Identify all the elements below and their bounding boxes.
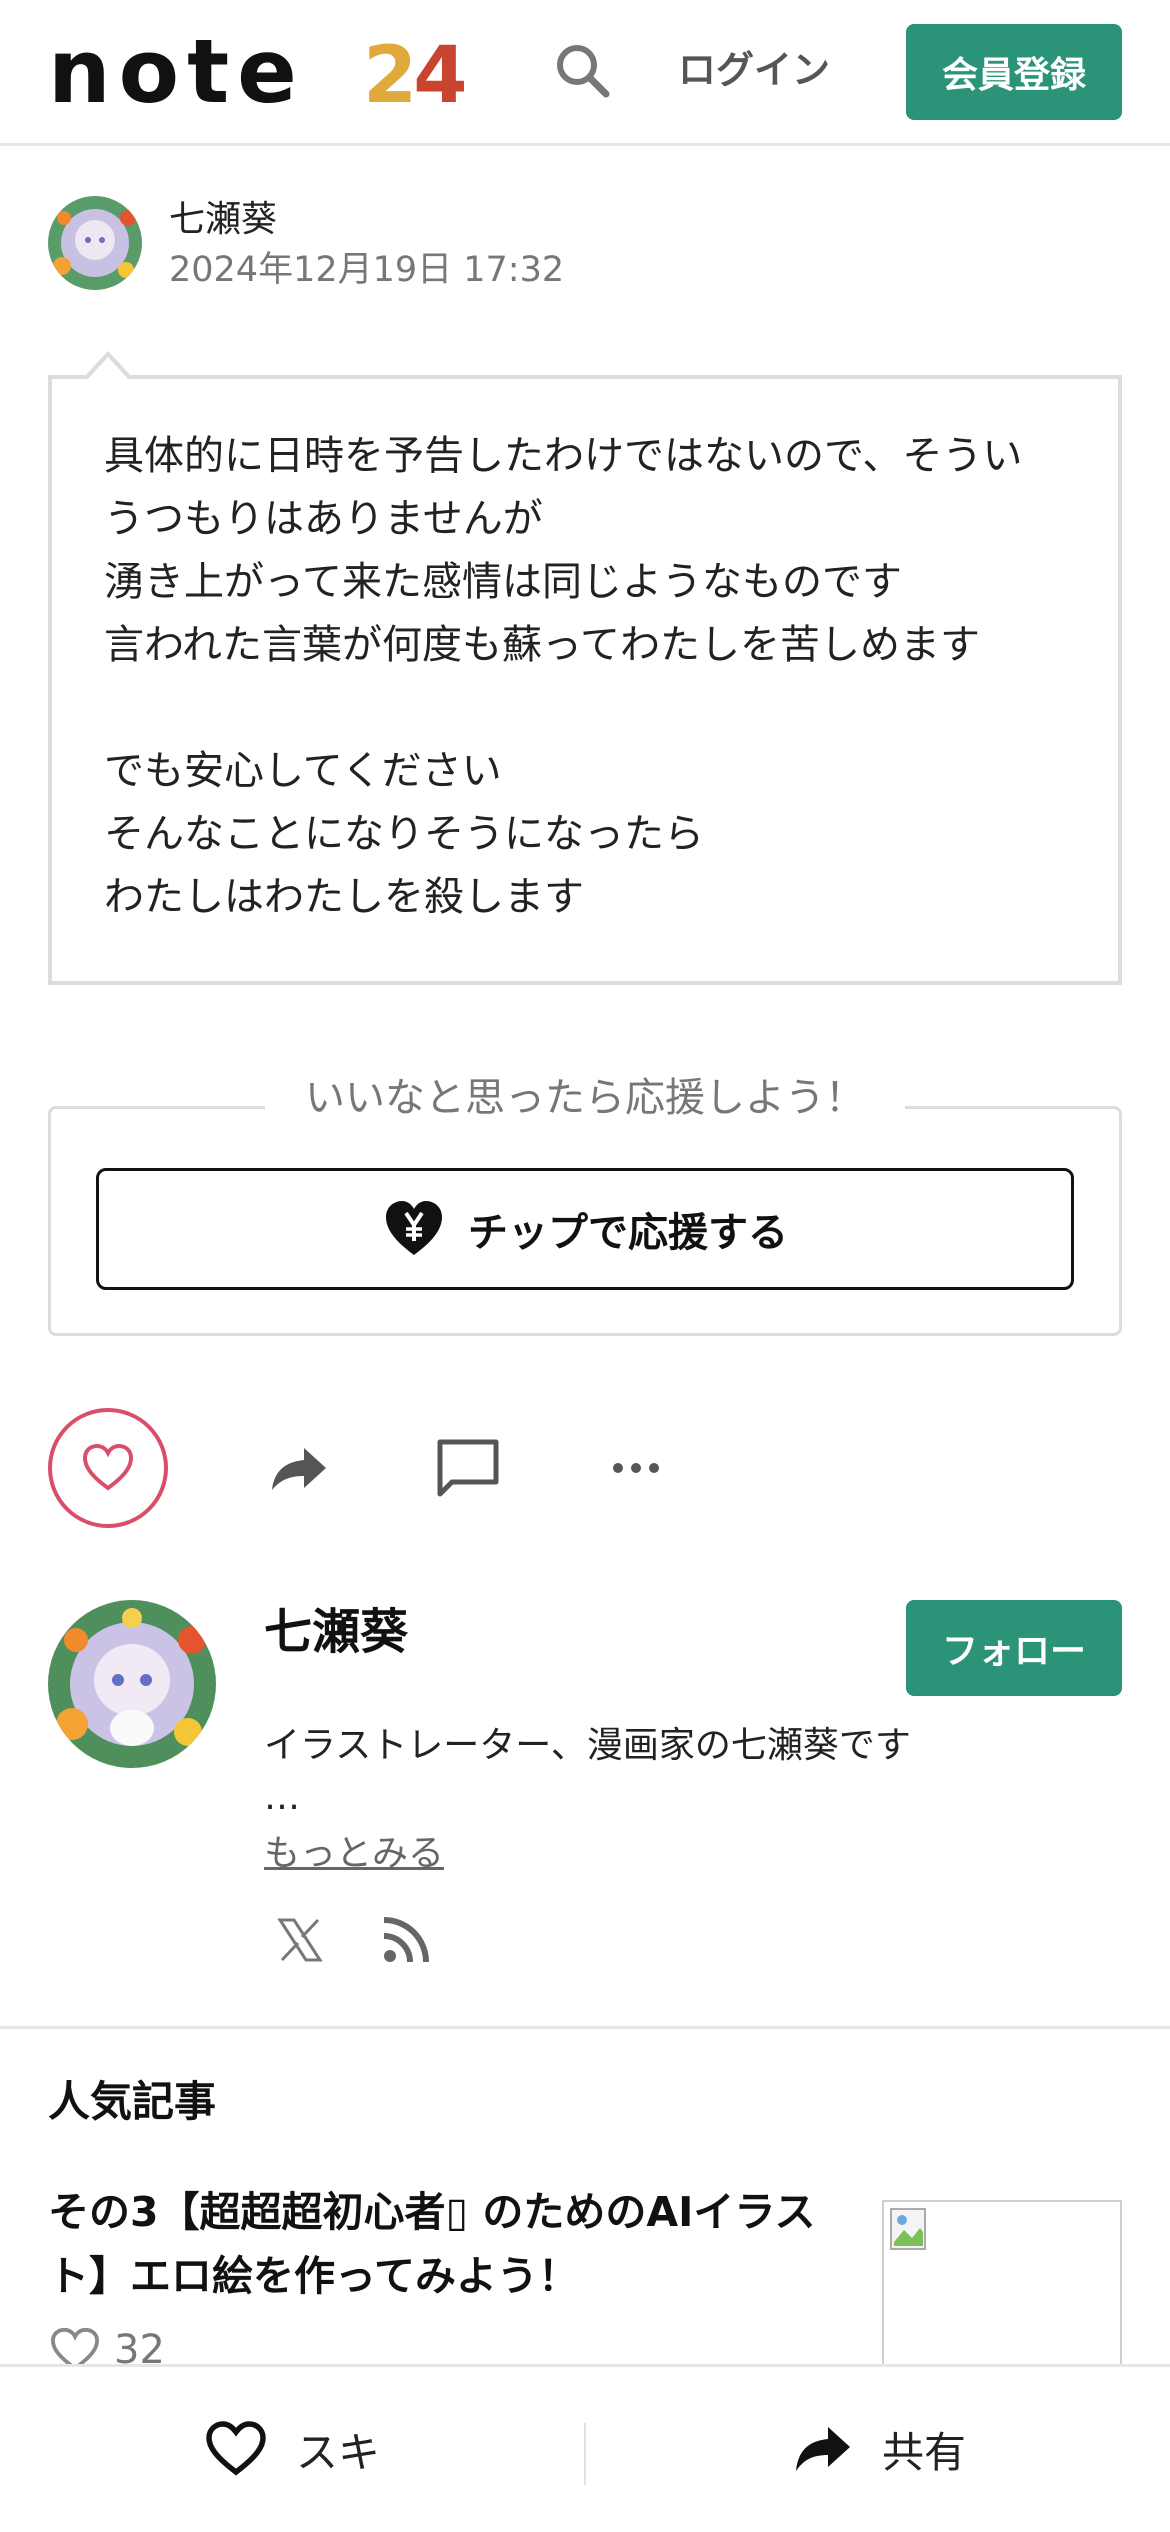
logo-badge-digit-2: 2 <box>363 31 417 121</box>
more-icon[interactable] <box>600 1432 672 1504</box>
popular-articles-heading: 人気記事 <box>48 2077 217 2126</box>
logo-24-badge: 24 <box>363 28 468 124</box>
rss-icon[interactable] <box>378 1912 434 1968</box>
bottom-like-label: スキ <box>296 2427 381 2477</box>
follow-button[interactable]: フォロー <box>906 1600 1122 1696</box>
profile-bio: イラストレーター、漫画家の七瀬葵です <box>264 1725 911 1766</box>
support-caption-text: いいなと思ったら応援しよう！ <box>265 1075 905 1121</box>
tip-button[interactable]: チップで応援する <box>96 1168 1074 1290</box>
x-icon[interactable] <box>272 1912 328 1968</box>
post-date: 2024年12月19日 17:32 <box>169 250 565 290</box>
heart-yen-icon <box>386 1201 442 1255</box>
like-button[interactable] <box>48 1408 168 1528</box>
share-icon[interactable] <box>264 1432 336 1504</box>
post-author-row: 七瀬葵 2024年12月19日 17:32 <box>48 196 1128 296</box>
logo-wordmark: note <box>48 20 305 123</box>
heart-icon <box>82 1443 134 1491</box>
site-header: note 24 ログイン 会員登録 <box>0 0 1170 146</box>
tip-button-label: チップで応援する <box>468 1210 788 1256</box>
post-body-text: 具体的に日時を予告したわけではないので、そうい うつもりはありませんが 湧き上が… <box>104 433 1023 920</box>
profile-name[interactable]: 七瀬葵 <box>264 1600 408 1664</box>
login-link[interactable]: ログイン <box>678 44 830 96</box>
section-divider <box>0 2026 1170 2029</box>
comment-icon[interactable] <box>432 1432 504 1504</box>
box-notch-inner <box>86 357 130 381</box>
signup-button[interactable]: 会員登録 <box>906 24 1122 120</box>
author-name[interactable]: 七瀬葵 <box>169 196 277 244</box>
bottom-bar-separator <box>584 2423 586 2485</box>
author-avatar[interactable] <box>48 196 142 290</box>
broken-image-icon <box>890 2208 926 2250</box>
popular-article-title[interactable]: その3【超超超初心者▯ のためのAIイラスト】エロ絵を作ってみよう！ <box>48 2180 848 2308</box>
bottom-like-button[interactable]: スキ <box>204 2407 380 2491</box>
support-caption: いいなと思ったら応援しよう！ <box>0 1066 1170 1130</box>
bottom-share-button[interactable]: 共有 <box>794 2407 966 2491</box>
profile-bio-ellipsis: … <box>264 1777 300 1818</box>
bottom-share-label: 共有 <box>882 2427 967 2477</box>
post-body-box: 具体的に日時を予告したわけではないので、そうい うつもりはありませんが 湧き上が… <box>48 351 1122 985</box>
share-icon <box>796 2427 850 2471</box>
article-thumbnail[interactable] <box>882 2200 1122 2370</box>
search-icon[interactable] <box>552 40 612 100</box>
bottom-action-bar: スキ 共有 <box>0 2364 1170 2532</box>
logo-badge-digit-4: 4 <box>413 31 467 121</box>
profile-avatar[interactable] <box>48 1600 216 1768</box>
heart-icon <box>206 2421 266 2476</box>
see-more-link[interactable]: もっとみる <box>264 1828 444 1880</box>
note-logo[interactable]: note 24 <box>48 22 468 122</box>
